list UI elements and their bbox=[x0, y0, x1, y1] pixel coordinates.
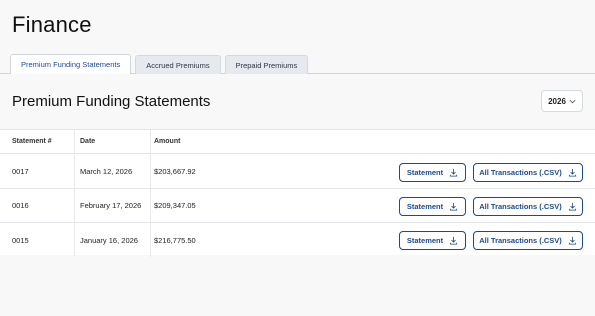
statement-date: March 12, 2026 bbox=[74, 155, 150, 188]
statement-amount: $209,347.05 bbox=[150, 189, 250, 222]
statement-download-button[interactable]: Statement bbox=[399, 197, 466, 216]
statement-date: February 17, 2026 bbox=[74, 189, 150, 222]
table-row: 0016 February 17, 2026 $209,347.05 State… bbox=[0, 189, 595, 223]
tab-accrued-premiums[interactable]: Accrued Premiums bbox=[135, 55, 221, 74]
download-icon bbox=[450, 168, 458, 177]
table-row: 0015 January 16, 2026 $216,775.50 Statem… bbox=[0, 223, 595, 257]
csv-download-button[interactable]: All Transactions (.CSV) bbox=[473, 163, 583, 182]
tab-premium-funding-statements[interactable]: Premium Funding Statements bbox=[10, 54, 132, 74]
download-icon bbox=[568, 236, 576, 245]
statement-button-label: Statement bbox=[406, 202, 444, 211]
tab-prepaid-premiums[interactable]: Prepaid Premiums bbox=[224, 55, 309, 74]
table-header: Statement # Date Amount bbox=[0, 130, 595, 154]
statement-button-label: Statement bbox=[406, 236, 444, 245]
column-header-amount: Amount bbox=[150, 130, 250, 153]
year-select-value: 2026 bbox=[548, 96, 566, 106]
table-row: 0017 March 12, 2026 $203,667.92 Statemen… bbox=[0, 155, 595, 189]
download-icon bbox=[450, 202, 458, 211]
statement-number: 0015 bbox=[12, 235, 29, 245]
statement-number: 0016 bbox=[12, 201, 29, 210]
csv-button-label: All Transactions (.CSV) bbox=[479, 236, 562, 245]
statement-download-button[interactable]: Statement bbox=[399, 231, 466, 250]
statement-number: 0017 bbox=[12, 167, 29, 176]
csv-button-label: All Transactions (.CSV) bbox=[479, 202, 562, 211]
statement-amount: $216,775.50 bbox=[150, 223, 250, 257]
chevron-down-icon bbox=[569, 99, 576, 103]
csv-download-button[interactable]: All Transactions (.CSV) bbox=[473, 231, 583, 250]
statement-amount: $203,667.92 bbox=[150, 155, 250, 188]
page-title: Finance bbox=[12, 12, 92, 37]
statements-table: Statement # Date Amount 0017 March 12, 2… bbox=[0, 129, 595, 257]
statement-button-label: Statement bbox=[406, 168, 444, 177]
year-select[interactable]: 2026 bbox=[541, 90, 583, 112]
csv-button-label: All Transactions (.CSV) bbox=[479, 168, 562, 177]
download-icon bbox=[450, 236, 458, 245]
section-title: Premium Funding Statements bbox=[12, 93, 211, 110]
statement-date: January 16, 2026 bbox=[74, 223, 150, 257]
csv-download-button[interactable]: All Transactions (.CSV) bbox=[473, 197, 583, 216]
tab-bar: Premium Funding Statements Accrued Premi… bbox=[0, 54, 595, 74]
download-icon bbox=[568, 168, 576, 177]
column-header-statement: Statement # bbox=[12, 138, 52, 145]
column-header-date: Date bbox=[74, 130, 150, 153]
statement-download-button[interactable]: Statement bbox=[399, 163, 466, 182]
download-icon bbox=[568, 202, 576, 211]
